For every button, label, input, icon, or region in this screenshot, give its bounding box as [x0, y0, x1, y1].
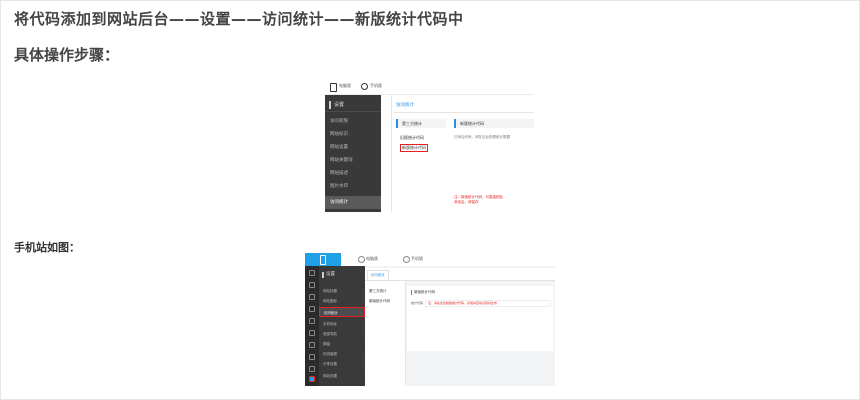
chevron-right-icon: › [361, 352, 363, 356]
sidebar-item-label: 分享设置 [323, 362, 337, 366]
menu-icon [329, 101, 331, 109]
phone-icon [330, 83, 337, 92]
code-panel: 新版统计代码 统计代码 注：请在此处粘贴统计代码，系统将自动识别并生效 [407, 286, 553, 351]
sidebar-item: 访问权限 [330, 119, 348, 124]
screenshot-main: 访问统计 第三方统计 新版统计代码 新版统计代码 统计代码 注：请在此处粘贴统计… [365, 266, 555, 386]
steps-heading: 具体操作步骤： [14, 46, 120, 64]
desktop-icon [358, 256, 365, 263]
chevron-right-icon: › [361, 299, 363, 303]
screenshot-sidebar: 设置 访问权限 网站标识 网站设置 网站关键词 网站描述 图片水印 访问统计 [325, 95, 381, 212]
sidebar-item: 网站图标 › [319, 296, 365, 306]
sidebar-item: 网站标题 › [319, 286, 365, 296]
panel-header: 新版统计代码 [411, 290, 435, 295]
nav-icon [309, 282, 315, 288]
sidebar-header: 设置 [325, 99, 381, 112]
instruction-text: 将代码添加到网站后台——设置——访问统计——新版统计代码中 [14, 10, 464, 28]
sidebar-item-label: 访问统计 [324, 311, 338, 315]
sidebar-item: 底部导航 › [319, 329, 365, 339]
left-header-label: 第三方统计 [402, 121, 422, 126]
sidebar-item-label: 在线客服 [323, 352, 337, 356]
code-field: 注：请在此处粘贴统计代码，系统将自动识别并生效 [425, 300, 551, 307]
sidebar-item: 网站设置 › [319, 371, 365, 381]
field-hint: 注：请在此处粘贴统计代码，系统将自动识别并生效 [428, 301, 498, 305]
sidebar-item-active: 访问统计 [325, 196, 381, 209]
sidebar-item: 在线客服 › [319, 349, 365, 359]
sidebar-item-label: 网站图标 [323, 299, 337, 303]
left-panel-item: 新版统计代码 [369, 299, 390, 303]
chevron-right-icon: › [361, 289, 363, 293]
sidebar-item: 网站设置 [330, 145, 348, 150]
tab-label: 访问统计 [367, 270, 389, 280]
topbar-label: 手机版 [370, 83, 382, 88]
nav-icon [309, 330, 315, 336]
topbar-label: 电脑版 [339, 83, 351, 88]
link-icon [361, 83, 368, 90]
sidebar-item-label: 弹窗 [323, 342, 330, 346]
sidebar-title: 设置 [326, 272, 335, 277]
chevron-right-icon: › [361, 362, 363, 366]
right-header-label: 新版统计代码 [460, 121, 484, 126]
link-icon [403, 256, 410, 263]
screenshot-topbar: 电脑版 手机版 [305, 253, 555, 267]
nav-icon [309, 366, 315, 372]
chevron-right-icon: › [361, 322, 363, 326]
chevron-right-icon: › [361, 374, 363, 378]
sidebar-item: 图片水印 [330, 184, 348, 189]
sidebar-item-label: 网站标题 [323, 289, 337, 293]
tab-label: 访问统计 [396, 103, 414, 108]
settings-icon [309, 376, 315, 382]
phone-icon [320, 255, 326, 265]
sidebar-item-label: 网站设置 [323, 374, 337, 378]
menu-icon [322, 272, 324, 278]
desktop-settings-screenshot: 电脑版 手机版 设置 访问权限 网站标识 网站设置 网站关键词 网站描述 图片水… [325, 80, 534, 212]
chevron-right-icon: › [361, 342, 363, 346]
sidebar-title: 设置 [334, 102, 345, 108]
screenshot-sidebar: 设置 网站标题 › 网站图标 › 访问统计 › 手机地址 › 底部导航 › 弹窗 › 在线客… [319, 266, 365, 386]
nav-icon [309, 354, 315, 360]
sidebar-item: 网站标识 [330, 132, 348, 137]
red-note-line: 添加后，请保存 [454, 200, 479, 204]
tab-bar: 访问统计 [365, 268, 555, 281]
left-panel: 第三方统计 新版统计代码 [365, 281, 406, 386]
field-label: 统计代码 [411, 301, 424, 305]
icon-column [305, 266, 319, 386]
screenshot-topbar: 电脑版 手机版 [325, 80, 534, 95]
mobile-settings-screenshot: 电脑版 手机版 设置 网站标题 › 网站图标 › 访问统计 › 手机地址 › 底部导航 ›… [305, 253, 555, 386]
tab-divider [394, 112, 534, 113]
nav-icon [309, 306, 315, 312]
sidebar-item-label: 手机地址 [323, 322, 337, 326]
screenshot-main: 访问统计 第三方统计 新版统计代码 旧版统计代码 新版统计代码 已添加代码，请在… [391, 95, 534, 212]
link-item: 旧版统计代码 [400, 135, 424, 140]
left-header: 第三方统计 [396, 119, 446, 128]
sidebar-item: 弹窗 › [319, 339, 365, 349]
sidebar-item: 手机地址 › [319, 319, 365, 329]
phone-tab [305, 253, 341, 266]
left-panel-item: 第三方统计 [369, 289, 387, 293]
sidebar-header: 设置 [319, 270, 365, 280]
mobile-heading: 手机站如图： [14, 241, 80, 254]
topbar-label: 电脑版 [366, 256, 378, 261]
nav-icon [309, 270, 315, 276]
sidebar-item-label: 底部导航 [323, 332, 337, 336]
code-note: 已添加代码，请在后台查看统计数据 [454, 135, 510, 139]
sidebar-item-active: 访问统计 › [319, 307, 365, 317]
right-header: 新版统计代码 [454, 119, 534, 128]
chevron-right-icon: › [360, 311, 362, 315]
sidebar-item: 分享设置 › [319, 359, 365, 369]
link-item-highlighted: 新版统计代码 [400, 144, 428, 152]
topbar-label: 手机版 [411, 256, 423, 261]
chevron-right-icon: › [361, 332, 363, 336]
nav-icon [309, 294, 315, 300]
nav-icon [309, 342, 315, 348]
nav-icon [309, 318, 315, 324]
sidebar-item: 网站关键词 [330, 158, 353, 163]
sidebar-item: 网站描述 [330, 171, 348, 176]
